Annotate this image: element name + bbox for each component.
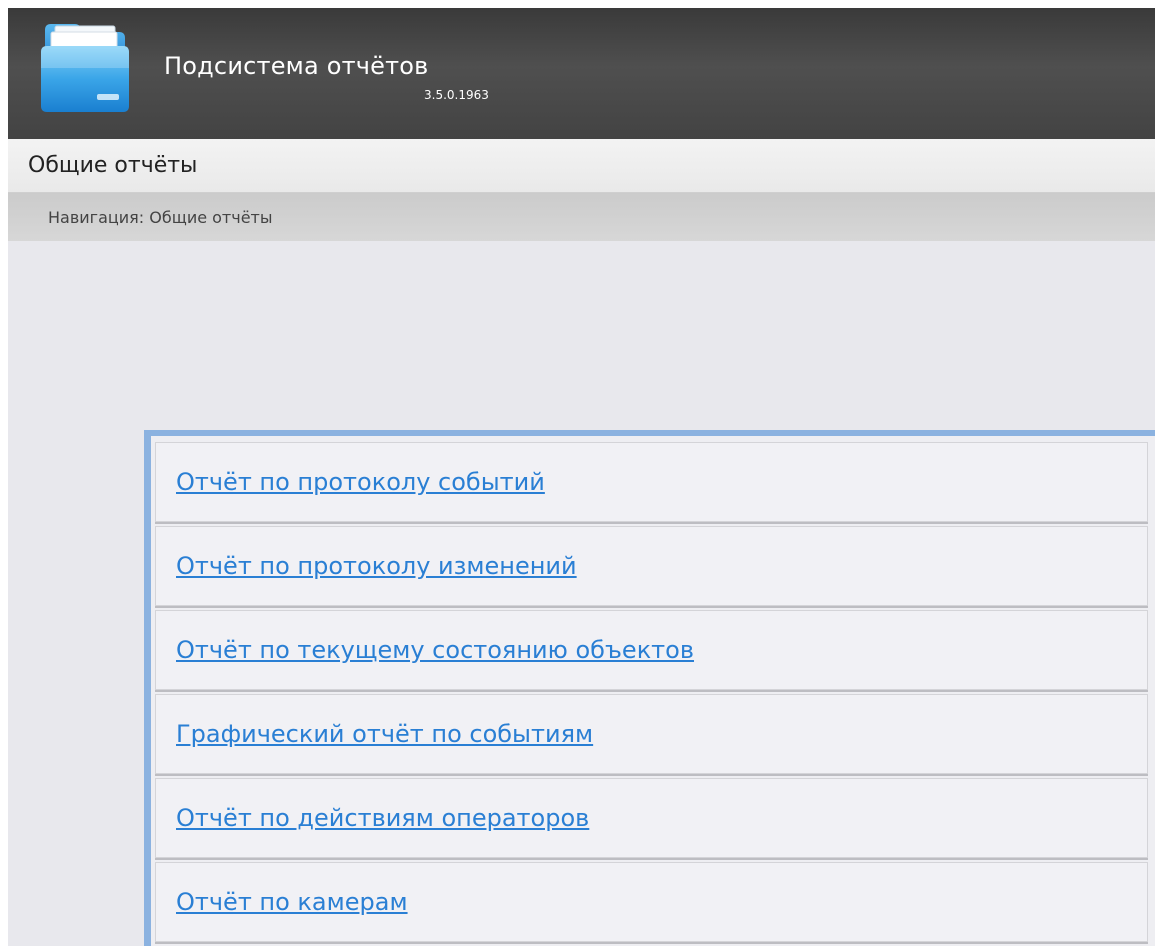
report-item-changes: Отчёт по протоколу изменений (155, 526, 1148, 606)
breadcrumb: Навигация: Общие отчёты (8, 193, 1155, 241)
report-item-operators: Отчёт по действиям операторов (155, 778, 1148, 858)
breadcrumb-current: Общие отчёты (149, 208, 273, 227)
report-link-events[interactable]: Отчёт по протоколу событий (176, 468, 545, 496)
page-title-bar: Общие отчёты (8, 139, 1155, 193)
breadcrumb-label: Навигация: (48, 208, 145, 227)
report-link-changes[interactable]: Отчёт по протоколу изменений (176, 552, 577, 580)
report-link-graphic-events[interactable]: Графический отчёт по событиям (176, 720, 593, 748)
page: Подсистема отчётов 3.5.0.1963 Общие отчё… (0, 0, 1155, 946)
report-item-object-state: Отчёт по текущему состоянию объектов (155, 610, 1148, 690)
report-link-operators[interactable]: Отчёт по действиям операторов (176, 804, 589, 832)
breadcrumb-wrap: Навигация: Общие отчёты (48, 208, 273, 227)
report-item-events: Отчёт по протоколу событий (155, 442, 1148, 522)
report-item-graphic-events: Графический отчёт по событиям (155, 694, 1148, 774)
report-link-cameras[interactable]: Отчёт по камерам (176, 888, 408, 916)
page-title: Общие отчёты (28, 153, 198, 178)
app-version: 3.5.0.1963 (424, 88, 489, 102)
app-title: Подсистема отчётов (164, 52, 429, 80)
report-list: Отчёт по протоколу событий Отчёт по прот… (144, 430, 1155, 946)
report-item-cameras: Отчёт по камерам (155, 862, 1148, 942)
app-header: Подсистема отчётов 3.5.0.1963 (8, 8, 1155, 139)
report-link-object-state[interactable]: Отчёт по текущему состоянию объектов (176, 636, 694, 664)
folder-icon (41, 24, 129, 112)
